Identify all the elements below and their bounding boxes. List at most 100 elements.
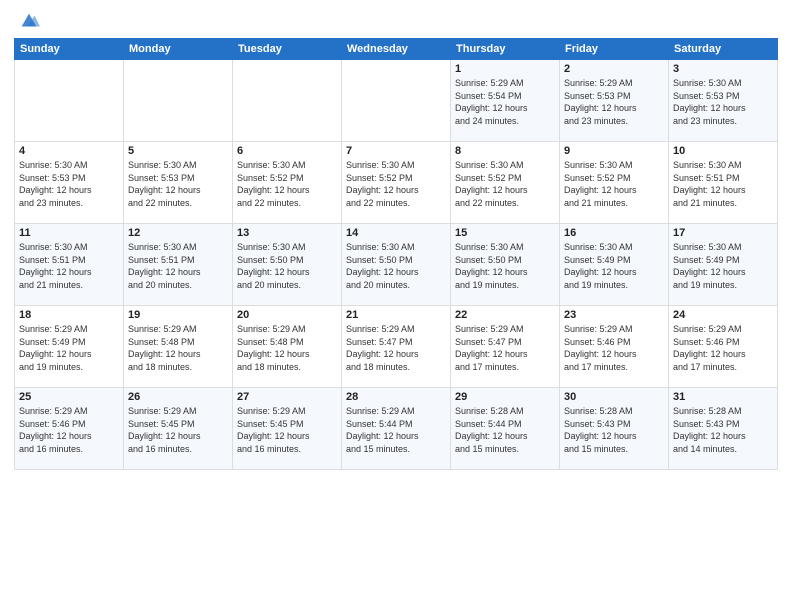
- col-header-wednesday: Wednesday: [342, 39, 451, 60]
- calendar-cell: 15 Sunrise: 5:30 AM Sunset: 5:50 PM Dayli…: [451, 224, 560, 306]
- day-number: 19: [128, 309, 228, 321]
- day-info: Sunrise: 5:29 AM Sunset: 5:48 PM Dayligh…: [237, 323, 337, 373]
- day-info: Sunrise: 5:29 AM Sunset: 5:47 PM Dayligh…: [455, 323, 555, 373]
- calendar-cell: 2 Sunrise: 5:29 AM Sunset: 5:53 PM Daylig…: [560, 60, 669, 142]
- calendar-week-3: 11 Sunrise: 5:30 AM Sunset: 5:51 PM Dayli…: [15, 224, 778, 306]
- day-number: 30: [564, 391, 664, 403]
- day-number: 2: [564, 63, 664, 75]
- day-number: 10: [673, 145, 773, 157]
- day-number: 13: [237, 227, 337, 239]
- day-number: 6: [237, 145, 337, 157]
- calendar-week-4: 18 Sunrise: 5:29 AM Sunset: 5:49 PM Dayli…: [15, 306, 778, 388]
- day-info: Sunrise: 5:30 AM Sunset: 5:49 PM Dayligh…: [564, 241, 664, 291]
- day-info: Sunrise: 5:30 AM Sunset: 5:49 PM Dayligh…: [673, 241, 773, 291]
- logo: [14, 10, 40, 32]
- day-number: 18: [19, 309, 119, 321]
- day-number: 15: [455, 227, 555, 239]
- calendar-header-row: SundayMondayTuesdayWednesdayThursdayFrid…: [15, 39, 778, 60]
- day-number: 24: [673, 309, 773, 321]
- day-info: Sunrise: 5:30 AM Sunset: 5:53 PM Dayligh…: [128, 159, 228, 209]
- calendar-cell: [342, 60, 451, 142]
- day-info: Sunrise: 5:29 AM Sunset: 5:53 PM Dayligh…: [564, 77, 664, 127]
- calendar-cell: 7 Sunrise: 5:30 AM Sunset: 5:52 PM Daylig…: [342, 142, 451, 224]
- day-info: Sunrise: 5:30 AM Sunset: 5:53 PM Dayligh…: [673, 77, 773, 127]
- day-info: Sunrise: 5:29 AM Sunset: 5:44 PM Dayligh…: [346, 405, 446, 455]
- calendar-cell: 8 Sunrise: 5:30 AM Sunset: 5:52 PM Daylig…: [451, 142, 560, 224]
- day-number: 3: [673, 63, 773, 75]
- day-info: Sunrise: 5:30 AM Sunset: 5:50 PM Dayligh…: [346, 241, 446, 291]
- calendar-cell: 19 Sunrise: 5:29 AM Sunset: 5:48 PM Dayli…: [124, 306, 233, 388]
- calendar-cell: 3 Sunrise: 5:30 AM Sunset: 5:53 PM Daylig…: [669, 60, 778, 142]
- day-number: 4: [19, 145, 119, 157]
- day-number: 26: [128, 391, 228, 403]
- day-info: Sunrise: 5:29 AM Sunset: 5:47 PM Dayligh…: [346, 323, 446, 373]
- calendar-cell: 4 Sunrise: 5:30 AM Sunset: 5:53 PM Daylig…: [15, 142, 124, 224]
- day-info: Sunrise: 5:29 AM Sunset: 5:48 PM Dayligh…: [128, 323, 228, 373]
- day-number: 7: [346, 145, 446, 157]
- calendar-cell: 30 Sunrise: 5:28 AM Sunset: 5:43 PM Dayli…: [560, 388, 669, 470]
- day-info: Sunrise: 5:28 AM Sunset: 5:44 PM Dayligh…: [455, 405, 555, 455]
- calendar-cell: 28Sunrise: 5:29 AM Sunset: 5:44 PM Dayli…: [342, 388, 451, 470]
- header: [14, 10, 778, 32]
- calendar-cell: 29Sunrise: 5:28 AM Sunset: 5:44 PM Dayli…: [451, 388, 560, 470]
- day-info: Sunrise: 5:29 AM Sunset: 5:46 PM Dayligh…: [673, 323, 773, 373]
- col-header-thursday: Thursday: [451, 39, 560, 60]
- day-number: 14: [346, 227, 446, 239]
- calendar-cell: 20 Sunrise: 5:29 AM Sunset: 5:48 PM Dayli…: [233, 306, 342, 388]
- calendar-cell: 18 Sunrise: 5:29 AM Sunset: 5:49 PM Dayli…: [15, 306, 124, 388]
- calendar-cell: 6 Sunrise: 5:30 AM Sunset: 5:52 PM Daylig…: [233, 142, 342, 224]
- day-info: Sunrise: 5:29 AM Sunset: 5:54 PM Dayligh…: [455, 77, 555, 127]
- day-number: 5: [128, 145, 228, 157]
- day-number: 8: [455, 145, 555, 157]
- day-info: Sunrise: 5:30 AM Sunset: 5:51 PM Dayligh…: [128, 241, 228, 291]
- calendar-cell: 25Sunrise: 5:29 AM Sunset: 5:46 PM Dayli…: [15, 388, 124, 470]
- col-header-tuesday: Tuesday: [233, 39, 342, 60]
- calendar-cell: 10Sunrise: 5:30 AM Sunset: 5:51 PM Dayli…: [669, 142, 778, 224]
- day-number: 27: [237, 391, 337, 403]
- calendar-cell: 12 Sunrise: 5:30 AM Sunset: 5:51 PM Dayli…: [124, 224, 233, 306]
- day-info: Sunrise: 5:30 AM Sunset: 5:52 PM Dayligh…: [346, 159, 446, 209]
- col-header-friday: Friday: [560, 39, 669, 60]
- day-number: 25: [19, 391, 119, 403]
- calendar-cell: 14 Sunrise: 5:30 AM Sunset: 5:50 PM Dayli…: [342, 224, 451, 306]
- col-header-sunday: Sunday: [15, 39, 124, 60]
- day-number: 22: [455, 309, 555, 321]
- day-info: Sunrise: 5:30 AM Sunset: 5:51 PM Dayligh…: [19, 241, 119, 291]
- day-info: Sunrise: 5:29 AM Sunset: 5:45 PM Dayligh…: [237, 405, 337, 455]
- calendar-cell: 17 Sunrise: 5:30 AM Sunset: 5:49 PM Dayli…: [669, 224, 778, 306]
- day-info: Sunrise: 5:30 AM Sunset: 5:52 PM Dayligh…: [564, 159, 664, 209]
- calendar-cell: 9Sunrise: 5:30 AM Sunset: 5:52 PM Daylig…: [560, 142, 669, 224]
- day-number: 11: [19, 227, 119, 239]
- day-number: 17: [673, 227, 773, 239]
- calendar-cell: [15, 60, 124, 142]
- col-header-saturday: Saturday: [669, 39, 778, 60]
- day-number: 1: [455, 63, 555, 75]
- day-number: 23: [564, 309, 664, 321]
- calendar-cell: 21 Sunrise: 5:29 AM Sunset: 5:47 PM Dayli…: [342, 306, 451, 388]
- day-number: 20: [237, 309, 337, 321]
- day-info: Sunrise: 5:28 AM Sunset: 5:43 PM Dayligh…: [673, 405, 773, 455]
- day-info: Sunrise: 5:30 AM Sunset: 5:50 PM Dayligh…: [237, 241, 337, 291]
- day-number: 12: [128, 227, 228, 239]
- calendar-cell: 27 Sunrise: 5:29 AM Sunset: 5:45 PM Dayli…: [233, 388, 342, 470]
- page-container: SundayMondayTuesdayWednesdayThursdayFrid…: [0, 0, 792, 478]
- calendar-cell: [124, 60, 233, 142]
- calendar-cell: 31 Sunrise: 5:28 AM Sunset: 5:43 PM Dayli…: [669, 388, 778, 470]
- calendar-cell: 11 Sunrise: 5:30 AM Sunset: 5:51 PM Dayli…: [15, 224, 124, 306]
- day-number: 31: [673, 391, 773, 403]
- calendar-week-5: 25Sunrise: 5:29 AM Sunset: 5:46 PM Dayli…: [15, 388, 778, 470]
- calendar-week-2: 4 Sunrise: 5:30 AM Sunset: 5:53 PM Daylig…: [15, 142, 778, 224]
- day-info: Sunrise: 5:30 AM Sunset: 5:52 PM Dayligh…: [455, 159, 555, 209]
- day-info: Sunrise: 5:30 AM Sunset: 5:53 PM Dayligh…: [19, 159, 119, 209]
- day-info: Sunrise: 5:30 AM Sunset: 5:50 PM Dayligh…: [455, 241, 555, 291]
- calendar-cell: 26Sunrise: 5:29 AM Sunset: 5:45 PM Dayli…: [124, 388, 233, 470]
- calendar-cell: 24 Sunrise: 5:29 AM Sunset: 5:46 PM Dayli…: [669, 306, 778, 388]
- day-info: Sunrise: 5:28 AM Sunset: 5:43 PM Dayligh…: [564, 405, 664, 455]
- calendar-cell: 23Sunrise: 5:29 AM Sunset: 5:46 PM Dayli…: [560, 306, 669, 388]
- day-info: Sunrise: 5:30 AM Sunset: 5:52 PM Dayligh…: [237, 159, 337, 209]
- calendar-table: SundayMondayTuesdayWednesdayThursdayFrid…: [14, 38, 778, 470]
- calendar-cell: 16Sunrise: 5:30 AM Sunset: 5:49 PM Dayli…: [560, 224, 669, 306]
- day-number: 21: [346, 309, 446, 321]
- day-info: Sunrise: 5:29 AM Sunset: 5:49 PM Dayligh…: [19, 323, 119, 373]
- calendar-cell: 22 Sunrise: 5:29 AM Sunset: 5:47 PM Dayli…: [451, 306, 560, 388]
